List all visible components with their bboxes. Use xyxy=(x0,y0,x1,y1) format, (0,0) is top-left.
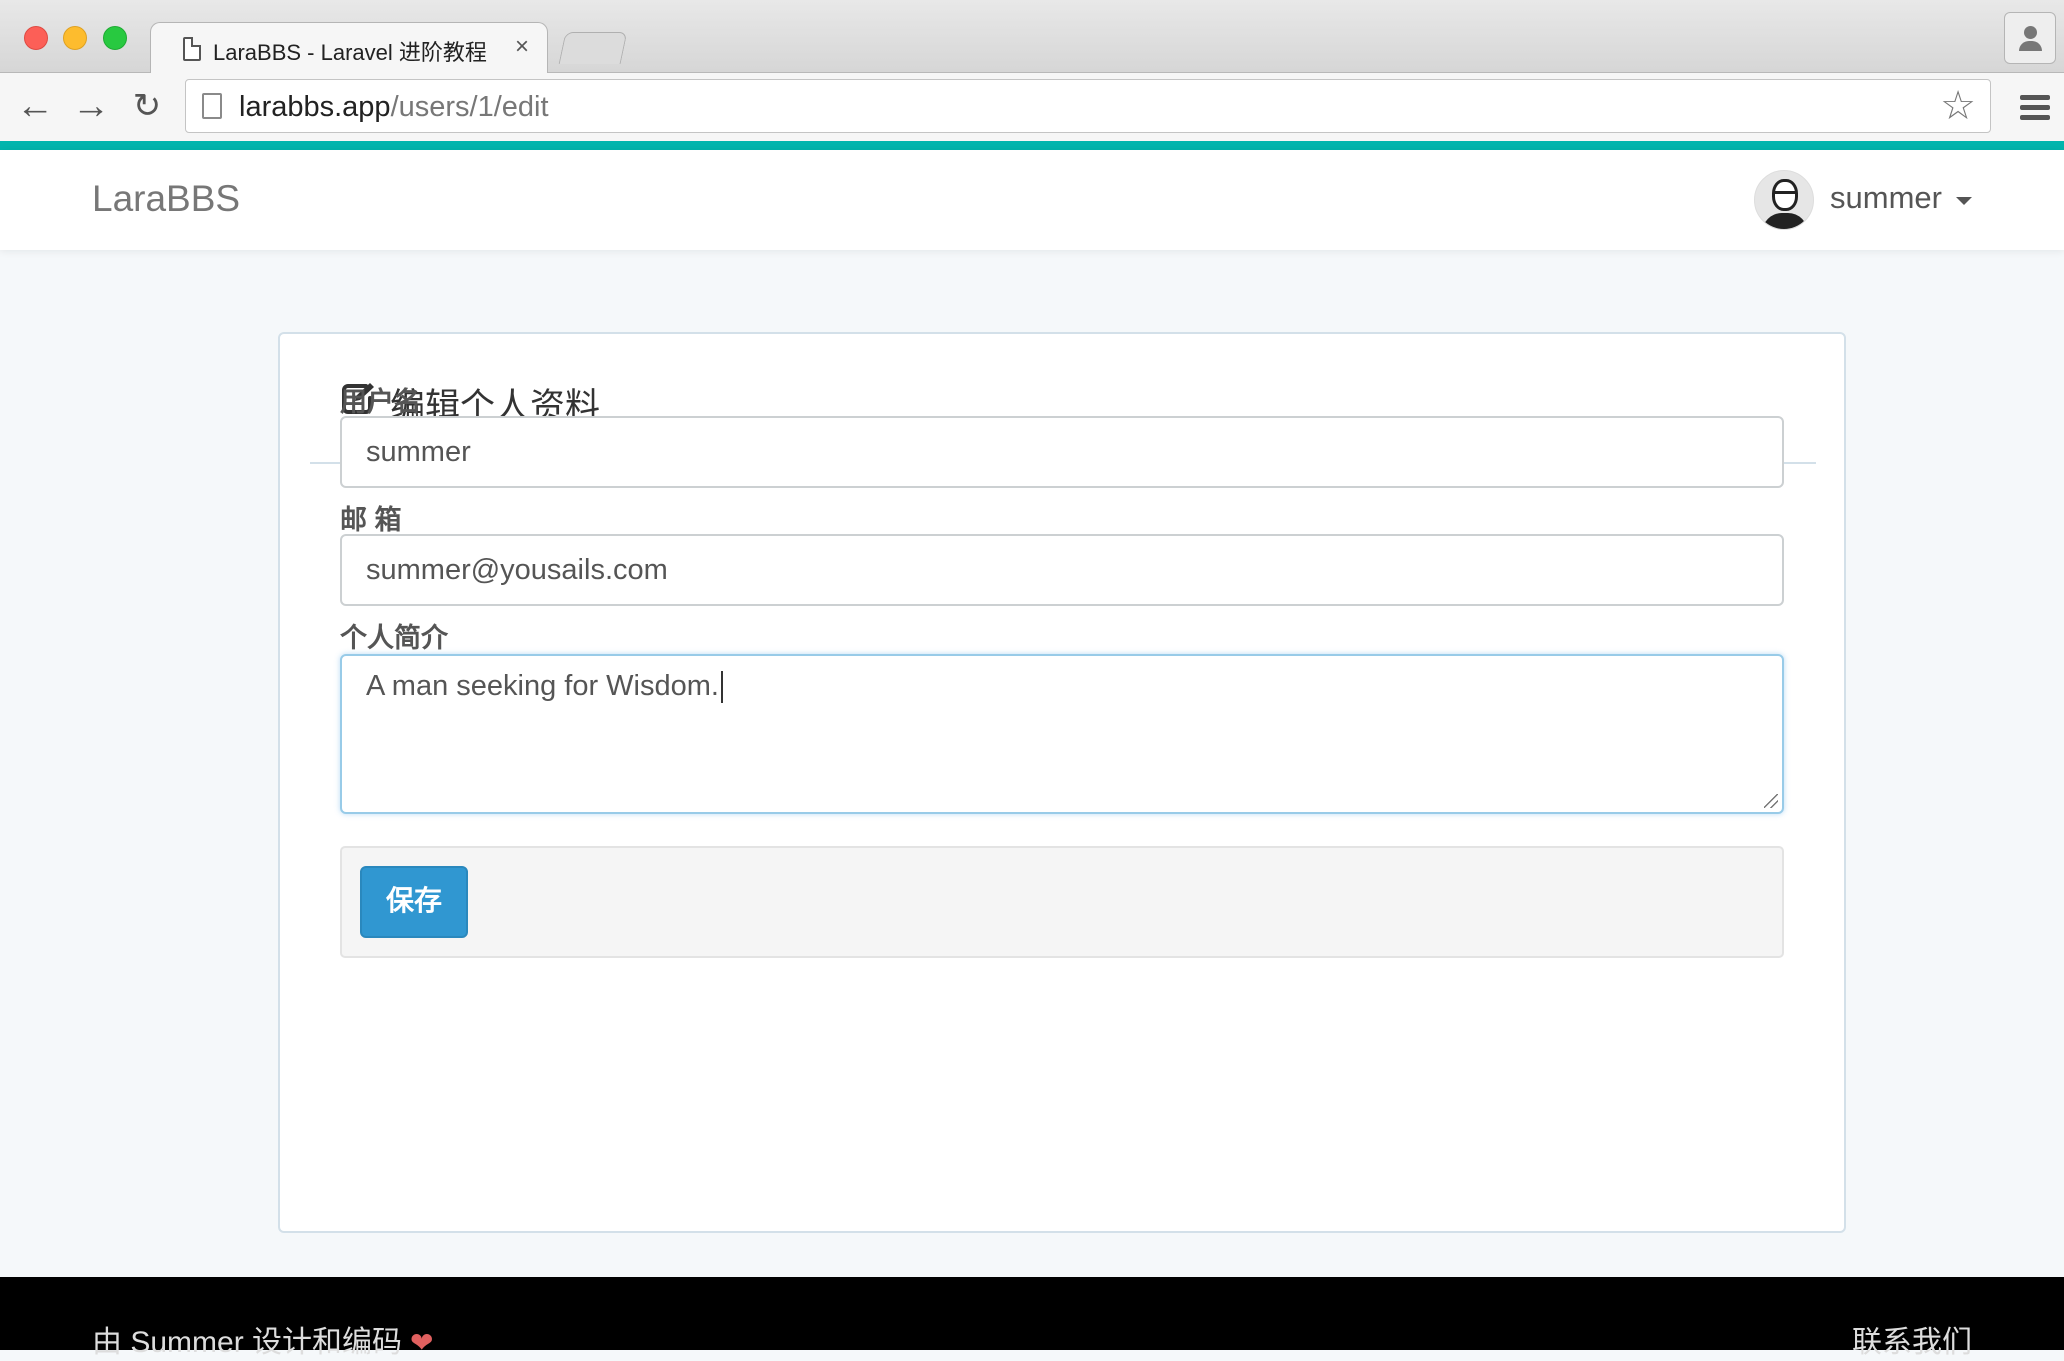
avatar[interactable] xyxy=(1754,170,1814,230)
maximize-window-button[interactable] xyxy=(103,26,127,50)
username-field[interactable] xyxy=(340,416,1784,488)
hamburger-menu-icon[interactable] xyxy=(2020,95,2050,121)
email-field[interactable] xyxy=(340,534,1784,606)
browser-toolbar: ← → ↻ larabbs.app/users/1/edit ☆ xyxy=(0,73,2064,141)
email-label: 邮 箱 xyxy=(340,505,402,535)
minimize-window-button[interactable] xyxy=(63,26,87,50)
url-path: /users/1/edit xyxy=(390,91,549,123)
browser-tab-strip: LaraBBS - Laravel 进阶教程 × xyxy=(0,0,2064,74)
document-icon xyxy=(183,37,201,61)
introduction-textarea[interactable]: A man seeking for Wisdom. xyxy=(340,654,1784,814)
new-tab-button[interactable] xyxy=(558,32,628,64)
edit-profile-panel: 编辑个人资料 用户名 邮 箱 个人简介 A man seeking for Wi… xyxy=(278,332,1846,1233)
url-text[interactable]: larabbs.app/users/1/edit xyxy=(239,91,549,124)
tab-close-icon[interactable]: × xyxy=(515,33,529,61)
close-window-button[interactable] xyxy=(24,26,48,50)
chevron-down-icon[interactable] xyxy=(1956,197,1972,205)
tab-title: LaraBBS - Laravel 进阶教程 xyxy=(213,40,487,65)
footer: 由 Summer 设计和编码 ❤ 联系我们 xyxy=(0,1277,2064,1359)
brand-logo[interactable]: LaraBBS xyxy=(92,178,240,220)
introduction-label: 个人简介 xyxy=(340,623,448,653)
user-menu-toggle[interactable]: summer xyxy=(1830,180,1942,216)
form-actions: 保存 xyxy=(340,846,1784,958)
introduction-text: A man seeking for Wisdom. xyxy=(366,670,719,702)
contact-us-link[interactable]: 联系我们 xyxy=(1852,1317,1972,1361)
reload-icon[interactable]: ↻ xyxy=(124,83,170,129)
accent-bar xyxy=(0,141,2064,150)
browser-profile-icon[interactable] xyxy=(2004,12,2056,64)
url-host: larabbs.app xyxy=(239,91,391,123)
bookmark-star-icon[interactable]: ☆ xyxy=(1940,84,1976,128)
footer-credit-text: 由 Summer 设计和编码 xyxy=(92,1326,403,1359)
username-label: 用户名 xyxy=(340,387,421,417)
heart-icon: ❤ xyxy=(410,1327,434,1358)
resize-handle-icon[interactable] xyxy=(1764,794,1778,808)
browser-tab[interactable]: LaraBBS - Laravel 进阶教程 × xyxy=(150,22,548,74)
footer-credit: 由 Summer 设计和编码 ❤ xyxy=(92,1317,434,1361)
app-navbar: LaraBBS summer xyxy=(0,150,2064,250)
forward-arrow-icon[interactable]: → xyxy=(68,83,114,129)
address-bar[interactable]: larabbs.app/users/1/edit ☆ xyxy=(185,79,1991,133)
text-cursor xyxy=(720,671,723,704)
save-button[interactable]: 保存 xyxy=(360,866,468,938)
page-icon xyxy=(202,93,222,119)
back-arrow-icon[interactable]: ← xyxy=(12,83,58,129)
